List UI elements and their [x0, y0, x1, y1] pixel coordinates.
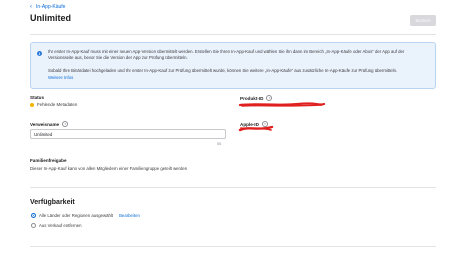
- family-sharing-label: Familienfreigabe: [30, 158, 67, 163]
- back-link-in-app-purchases[interactable]: ‹ In-App-Käufe: [30, 4, 65, 10]
- availability-option-all[interactable]: Alle Länder oder Regionen ausgewählt Bea…: [31, 213, 140, 218]
- redaction-mark: [238, 125, 274, 132]
- chevron-left-icon: ‹: [30, 4, 32, 10]
- reference-name-label: Verweisname: [30, 121, 60, 127]
- redaction-mark: [238, 102, 326, 107]
- save-button[interactable]: Sichern: [410, 15, 436, 26]
- info-paragraph-2: Sobald Ihre Binärdatei hochgeladen und I…: [48, 68, 398, 73]
- help-icon[interactable]: ?: [62, 121, 69, 127]
- family-sharing-label-row: Familienfreigabe: [30, 158, 67, 163]
- character-count: 55: [217, 142, 222, 146]
- status-text: Fehlende Metadaten: [37, 102, 78, 107]
- page-title: Unlimited: [30, 13, 72, 23]
- reference-name-input[interactable]: Unlimited: [30, 129, 226, 139]
- info-paragraph-1: Ihr erster In-App-Kauf muss mit einer ne…: [48, 49, 405, 60]
- more-info-link[interactable]: Weitere Infos: [48, 75, 73, 80]
- divider: [30, 246, 436, 247]
- divider: [30, 34, 436, 35]
- radio-unchecked-icon[interactable]: [31, 223, 36, 228]
- availability-option-remove[interactable]: Aus Verkauf entfernen: [31, 223, 82, 228]
- reference-name-label-row: Verweisname ?: [30, 121, 69, 127]
- availability-option-all-label: Alle Länder oder Regionen ausgewählt: [39, 213, 114, 218]
- warning-dot-icon: [30, 102, 34, 107]
- family-sharing-text: Dieser In-App-Kauf kann von allen Mitgli…: [30, 166, 188, 171]
- info-icon: i: [37, 51, 42, 56]
- back-link-label: In-App-Käufe: [36, 4, 66, 10]
- status-value: Fehlende Metadaten: [30, 102, 77, 107]
- edit-availability-link[interactable]: Bearbeiten: [119, 213, 140, 218]
- status-label-row: Status: [30, 95, 44, 100]
- availability-option-remove-label: Aus Verkauf entfernen: [39, 223, 82, 228]
- radio-checked-icon[interactable]: [31, 213, 36, 218]
- status-label: Status: [30, 95, 45, 100]
- divider: [30, 187, 436, 188]
- availability-title: Verfügbarkeit: [30, 199, 75, 206]
